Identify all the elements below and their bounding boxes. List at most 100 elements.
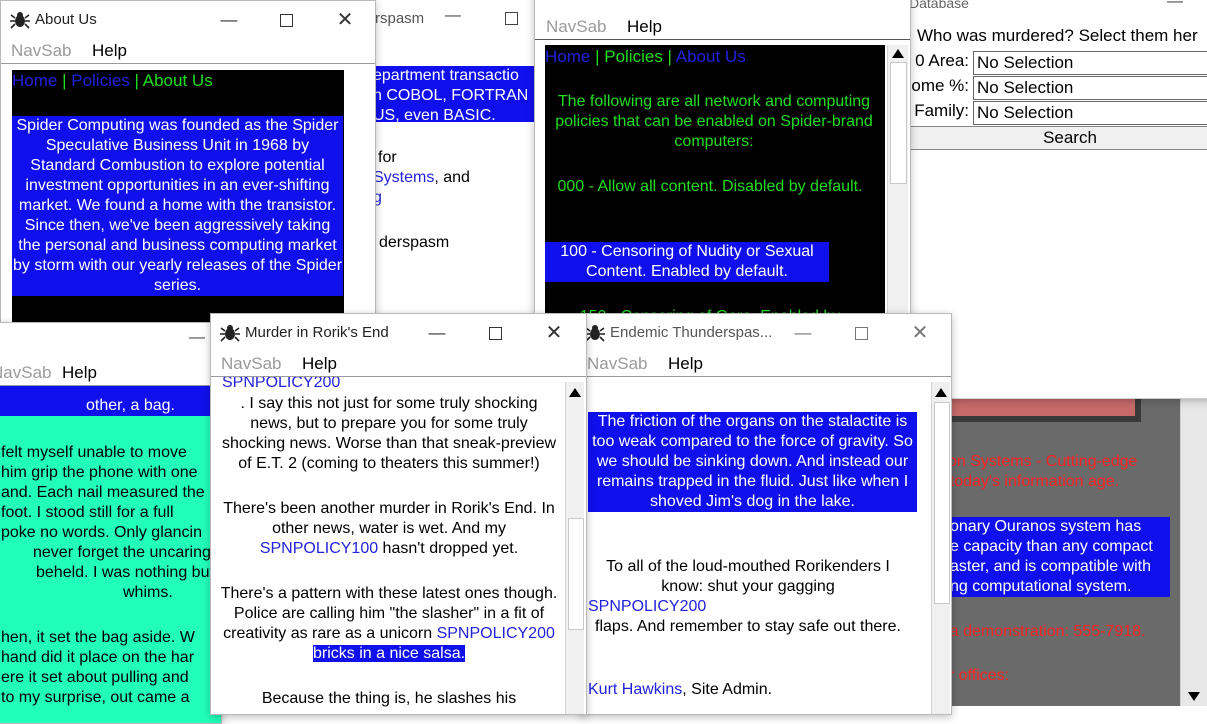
policy-100: 100 - Censoring of Nudity or Sexual Cont… [545, 242, 829, 282]
policies-nav: Home | Policies | About Us [545, 47, 746, 67]
endemic-content: The friction of the organs on the stalac… [581, 377, 951, 714]
menu-bar: NavSab Help [0, 361, 221, 386]
story-line: ere it set about pulling and [1, 669, 189, 686]
maximize-icon[interactable] [272, 7, 300, 33]
menu-bar: NavSab Help [535, 15, 910, 40]
scroll-thumb[interactable] [890, 62, 907, 184]
minimize-icon[interactable]: — [189, 329, 205, 347]
menu-navsab[interactable]: NavSab [221, 354, 281, 374]
story-line: felt myself unable to move [1, 444, 187, 461]
minimize-icon[interactable]: — [1167, 0, 1183, 11]
menu-help[interactable]: Help [302, 354, 337, 374]
spasm-line: for [378, 149, 397, 166]
scroll-thumb[interactable] [568, 518, 584, 630]
scroll-thumb[interactable] [934, 402, 950, 604]
scroll-down-arrow-icon[interactable] [1188, 692, 1200, 701]
close-icon[interactable]: ✕ [540, 320, 568, 346]
area-row: 0 Area: No Selection [907, 51, 1207, 75]
murder-scrollbar[interactable] [565, 382, 584, 714]
ouranos-scrollbar[interactable] [1180, 396, 1207, 706]
endemic-text: flaps. And remember to stay safe out the… [595, 618, 901, 635]
systems-link[interactable]: Systems [373, 169, 434, 186]
spnpolicy100-link[interactable]: SPNPOLICY100 [260, 540, 378, 557]
database-question: Who was murdered? Select them her [917, 26, 1198, 45]
about-page: Home | Policies | About Us Spider Comput… [12, 70, 344, 341]
close-icon[interactable]: ✕ [906, 320, 934, 346]
family-row: Family: No Selection [907, 101, 1207, 125]
nav-home-link[interactable]: Home [12, 71, 57, 90]
nav-about-link[interactable]: About Us [143, 71, 213, 90]
minimize-icon[interactable]: — [445, 7, 461, 25]
title-bar: Murder in Rorik's End — ✕ [211, 314, 586, 352]
maximize-icon[interactable] [505, 12, 518, 25]
teal-page: other, a bag. felt myself unable to move… [0, 386, 221, 723]
ouranos-hl-line: e capacity than any compact [950, 538, 1153, 555]
maximize-icon[interactable] [481, 320, 509, 346]
policies-scrollbar[interactable] [887, 45, 908, 333]
maximize-icon[interactable] [847, 320, 875, 346]
menu-help[interactable]: Help [92, 41, 127, 61]
nav-policies-link[interactable]: Policies [71, 71, 130, 90]
spider-app-icon [220, 325, 240, 342]
nav-home-link[interactable]: Home [545, 47, 590, 66]
endemic-paragraph: To all of the loud-mouthed Rorikenders I… [588, 557, 908, 637]
search-button[interactable]: Search [909, 126, 1207, 150]
story-line: to my surprise, out came a [1, 689, 190, 706]
policies-intro: The following are all network and comput… [555, 93, 873, 150]
ouranos-demo: r a demonstration: 555-7918. [940, 623, 1146, 640]
area-label: 0 Area: [915, 51, 969, 70]
about-nav: Home | Policies | About Us [12, 71, 213, 91]
story-line: hen, it set the bag aside. W [1, 629, 195, 646]
scroll-up-arrow-icon[interactable] [569, 388, 581, 397]
minimize-icon[interactable]: — [215, 7, 243, 33]
income-label: ome %: [911, 76, 969, 95]
nav-policies-link[interactable]: Policies [604, 47, 663, 66]
spasm-back-title: rspasm [375, 10, 425, 27]
ouranos-hl-line: onary Ouranos system has [950, 518, 1142, 535]
policies-window: NavSab Help Home | Policies | About Us T… [534, 0, 911, 334]
menu-navsab[interactable]: NavSab [587, 354, 647, 374]
menu-navsab[interactable]: NavSab [546, 17, 606, 37]
spnpolicy200-link[interactable]: SPNPOLICY200 [437, 625, 555, 642]
endemic-scrollbar[interactable] [931, 382, 950, 714]
spnpolicy200-link[interactable]: SPNPOLICY200 [222, 377, 340, 392]
story-line: foot. I stood still for a full [1, 504, 174, 521]
nav-about-link[interactable]: About Us [676, 47, 746, 66]
menu-help[interactable]: Help [627, 17, 662, 37]
minimize-icon[interactable]: — [789, 320, 817, 346]
story-line: hand did it place on the har [1, 649, 195, 666]
spnpolicy200-link[interactable]: SPNPOLICY200 [588, 597, 908, 617]
menu-bar: NavSab Help [211, 352, 586, 377]
spider-app-icon [10, 12, 30, 29]
minimize-icon[interactable]: — [423, 320, 451, 346]
title-bar: About Us — ✕ [1, 1, 375, 39]
area-select[interactable]: No Selection [973, 51, 1207, 75]
window-title: Endemic Thunderspas... [610, 324, 773, 341]
menu-navsab[interactable]: NavSab [11, 41, 71, 61]
menu-help[interactable]: Help [62, 363, 97, 383]
scroll-up-arrow-icon[interactable] [892, 49, 904, 58]
spasm-line: derspasm [379, 234, 450, 251]
kurt-hawkins-link[interactable]: Kurt Hawkins [588, 681, 682, 698]
story-line: him grip the phone with one [1, 464, 198, 481]
spasm-line: Systems, and [373, 169, 470, 187]
family-select[interactable]: No Selection [973, 101, 1207, 125]
endemic-highlight: The friction of the organs on the stalac… [588, 412, 917, 512]
menu-navsab[interactable]: NavSab [0, 363, 51, 383]
nav-separator: | [590, 47, 605, 66]
database-title: Database [909, 0, 969, 11]
signature-text: , Site Admin. [682, 681, 773, 698]
ouranos-hl-line: ng computational system. [950, 578, 1132, 595]
murder-paragraph-3: There's a pattern with these latest ones… [219, 584, 559, 664]
story-line: and. Each nail measured the [1, 484, 205, 501]
menu-help[interactable]: Help [668, 354, 703, 374]
close-icon[interactable]: ✕ [331, 7, 359, 33]
story-line: beheld. I was nothing but [36, 564, 214, 581]
spider-app-icon [585, 325, 605, 342]
nav-separator: | [662, 47, 676, 66]
story-line: other, a bag. [86, 397, 175, 414]
about-body: Spider Computing was founded as the Spid… [12, 116, 343, 296]
title-bar: Endemic Thunderspas... — ✕ [581, 314, 951, 352]
scroll-up-arrow-icon[interactable] [935, 388, 947, 397]
income-select[interactable]: No Selection [973, 76, 1207, 100]
